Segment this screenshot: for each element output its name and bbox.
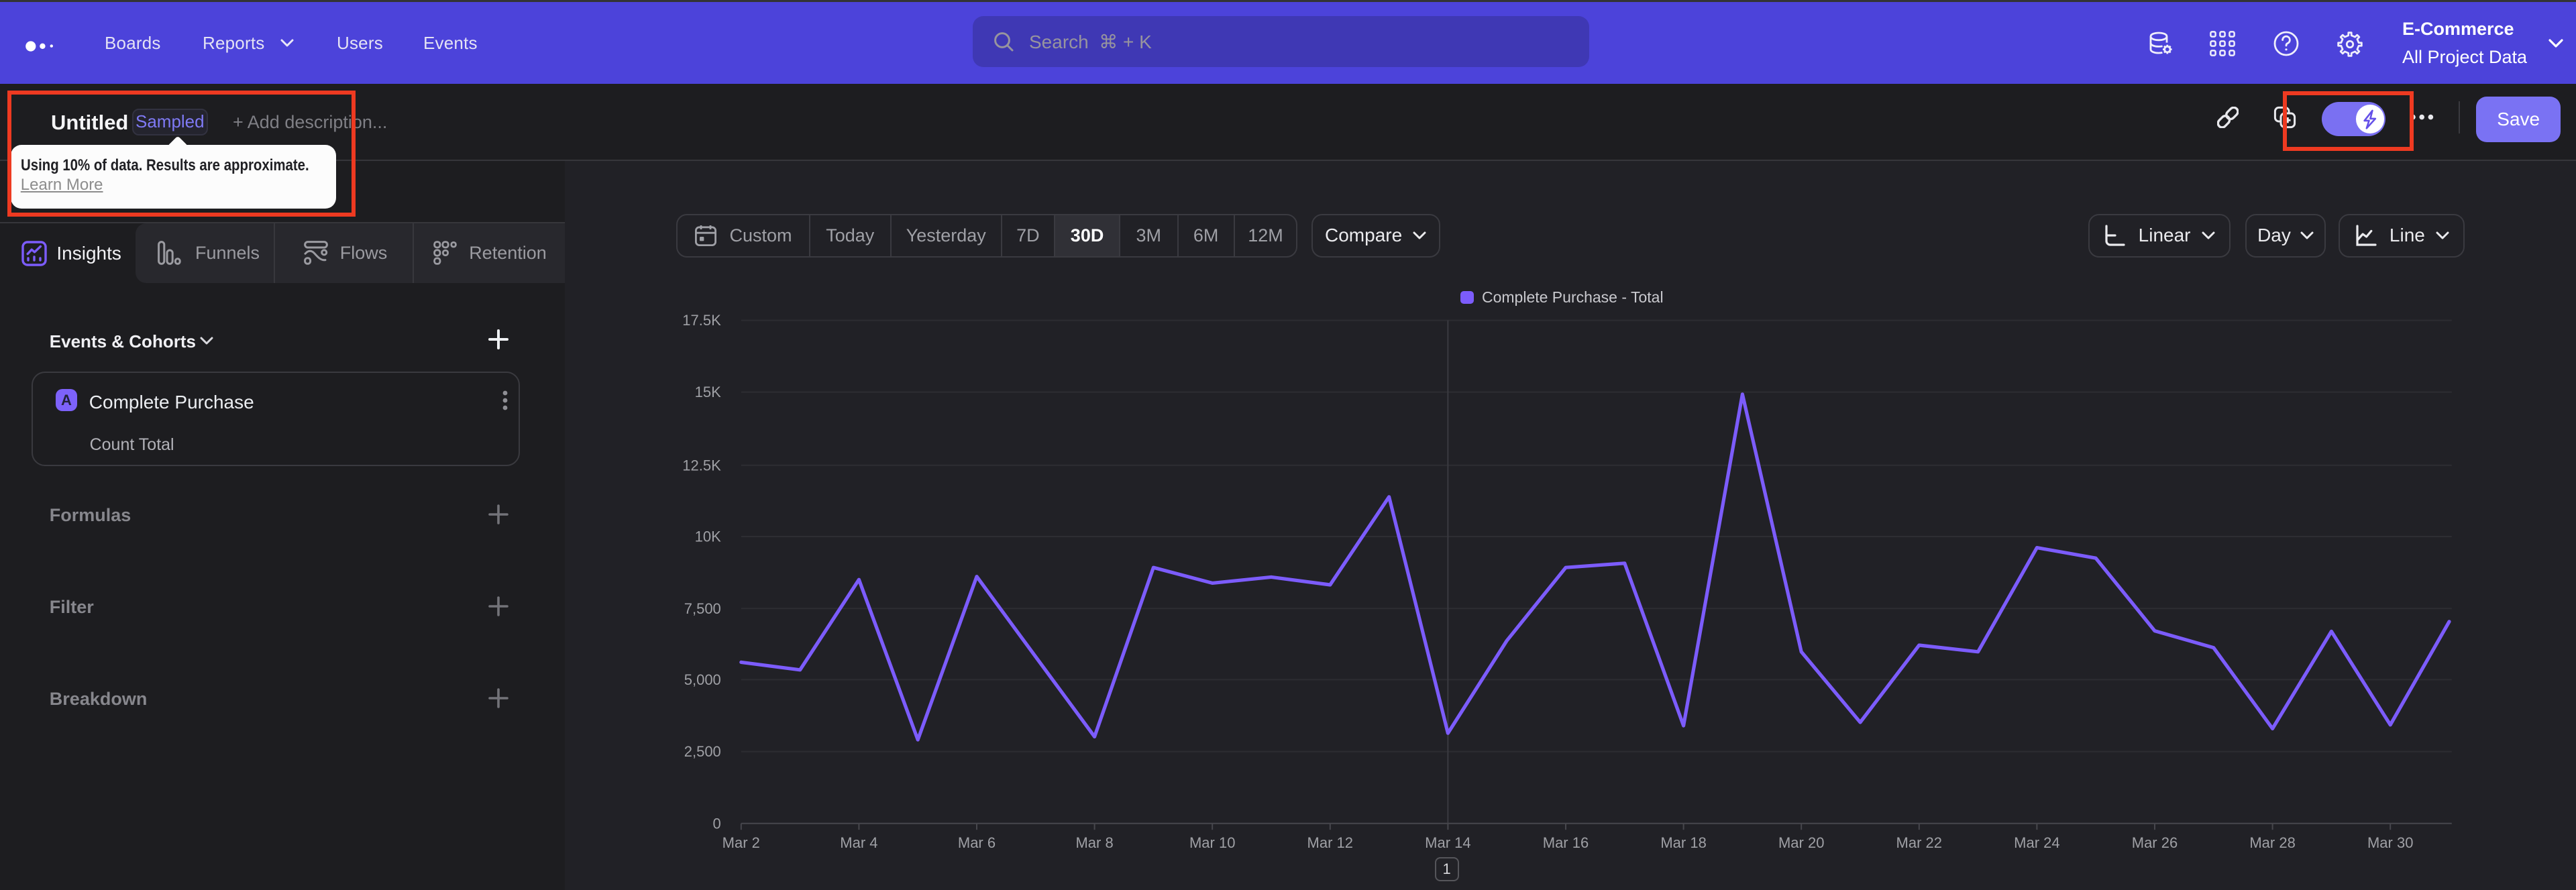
svg-text:Mar 4: Mar 4 <box>840 834 877 851</box>
svg-text:Mar 2: Mar 2 <box>722 834 760 851</box>
svg-text:Mar 18: Mar 18 <box>1660 834 1706 851</box>
svg-text:Mar 16: Mar 16 <box>1543 834 1589 851</box>
svg-text:Mar 22: Mar 22 <box>1896 834 1942 851</box>
svg-text:0: 0 <box>713 815 721 832</box>
svg-text:Mar 28: Mar 28 <box>2249 834 2295 851</box>
svg-text:Mar 26: Mar 26 <box>2132 834 2178 851</box>
svg-text:Mar 30: Mar 30 <box>2367 834 2413 851</box>
svg-text:12.5K: 12.5K <box>682 457 721 474</box>
svg-text:Mar 12: Mar 12 <box>1307 834 1353 851</box>
svg-text:10K: 10K <box>695 529 721 545</box>
svg-text:15K: 15K <box>695 384 721 400</box>
svg-text:Mar 10: Mar 10 <box>1189 834 1235 851</box>
svg-text:Mar 24: Mar 24 <box>2014 834 2059 851</box>
svg-text:Mar 14: Mar 14 <box>1425 834 1470 851</box>
svg-text:17.5K: 17.5K <box>682 312 721 329</box>
svg-text:2,500: 2,500 <box>684 743 721 760</box>
svg-text:Mar 8: Mar 8 <box>1075 834 1113 851</box>
svg-text:7,500: 7,500 <box>684 600 721 617</box>
svg-text:Mar 20: Mar 20 <box>1778 834 1824 851</box>
svg-text:Mar 6: Mar 6 <box>958 834 996 851</box>
svg-text:5,000: 5,000 <box>684 671 721 688</box>
